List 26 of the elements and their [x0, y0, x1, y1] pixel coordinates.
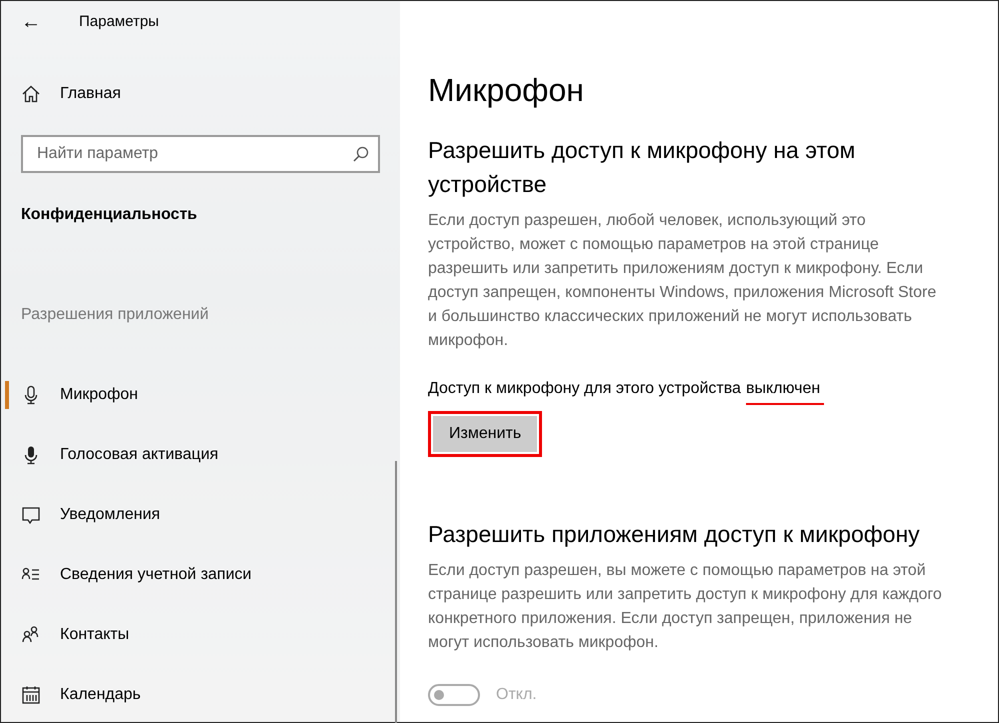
- back-button[interactable]: ←: [21, 12, 79, 32]
- section-description: Если доступ разрешен, вы можете с помощью параметров на этой странице разрешить или запретить доступ к микрофону для каждого конкретного приложения. Если доступ запрещен, приложения не могут использовать микрофон.: [428, 561, 943, 654]
- people-icon: [21, 625, 41, 645]
- search-field[interactable]: Найти параметр: [21, 135, 380, 173]
- section-heading: Разрешить доступ к микрофону на этом устройстве: [428, 136, 856, 200]
- toggle-label: Откл.: [496, 685, 537, 706]
- group-label: Разрешения приложений: [20, 305, 210, 325]
- home-icon: [21, 84, 41, 104]
- sidebar-item[interactable]: Голосовая активация: [1, 425, 400, 485]
- section-description: Если доступ разрешен, любой человек, использующий это устройство, может с помощью параметров на этой странице разрешить или запретить приложениям доступ к микрофону. Если доступ запрещен, компоненты Windows, приложения Microsoft Store и большинство классических приложений не могут использовать микрофон.: [428, 211, 938, 352]
- window-title: Параметры: [79, 12, 159, 32]
- section-heading: Разрешить приложениям доступ к микрофону: [428, 520, 921, 550]
- home-link[interactable]: Главная: [60, 82, 121, 106]
- sidebar-item[interactable]: Контакты: [1, 605, 400, 665]
- status-label: Доступ к микрофону для этого устройства: [428, 379, 741, 400]
- bubble-icon: [21, 505, 41, 525]
- sidebar-item[interactable]: Уведомления: [1, 485, 400, 545]
- sidebar-item[interactable]: Календарь: [1, 665, 400, 723]
- calendar-icon: [21, 685, 41, 705]
- status-value: выключен: [746, 377, 824, 406]
- change-button[interactable]: Изменить: [433, 416, 538, 452]
- sidebar-item[interactable]: Сведения учетной записи: [1, 545, 400, 605]
- sidebar-item[interactable]: Микрофон: [1, 365, 400, 425]
- search-icon: [352, 145, 370, 163]
- section-title: Конфиденциальность: [20, 205, 198, 225]
- page-title: Микрофон: [428, 71, 585, 110]
